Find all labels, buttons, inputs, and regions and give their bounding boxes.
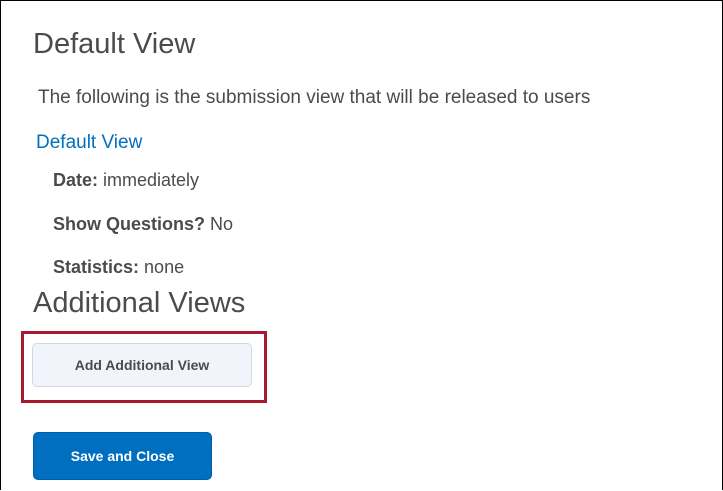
property-show-questions: Show Questions? No: [53, 212, 233, 236]
default-view-link[interactable]: Default View: [36, 131, 142, 155]
page-frame: [0, 0, 723, 490]
save-and-close-button[interactable]: Save and Close: [33, 432, 212, 480]
additional-views-heading: Additional Views: [33, 287, 246, 319]
default-view-description: The following is the submission view tha…: [38, 87, 591, 108]
property-statistics: Statistics: none: [53, 255, 184, 279]
add-additional-view-button[interactable]: Add Additional View: [32, 343, 252, 387]
default-view-heading: Default View: [33, 28, 196, 60]
property-date-value: immediately: [103, 170, 200, 190]
property-show-questions-value: No: [210, 214, 234, 234]
property-show-questions-label: Show Questions?: [53, 214, 206, 234]
property-date: Date: immediately: [53, 168, 199, 192]
property-statistics-label: Statistics:: [53, 257, 140, 277]
property-date-label: Date:: [53, 170, 99, 190]
property-statistics-value: none: [144, 257, 185, 277]
